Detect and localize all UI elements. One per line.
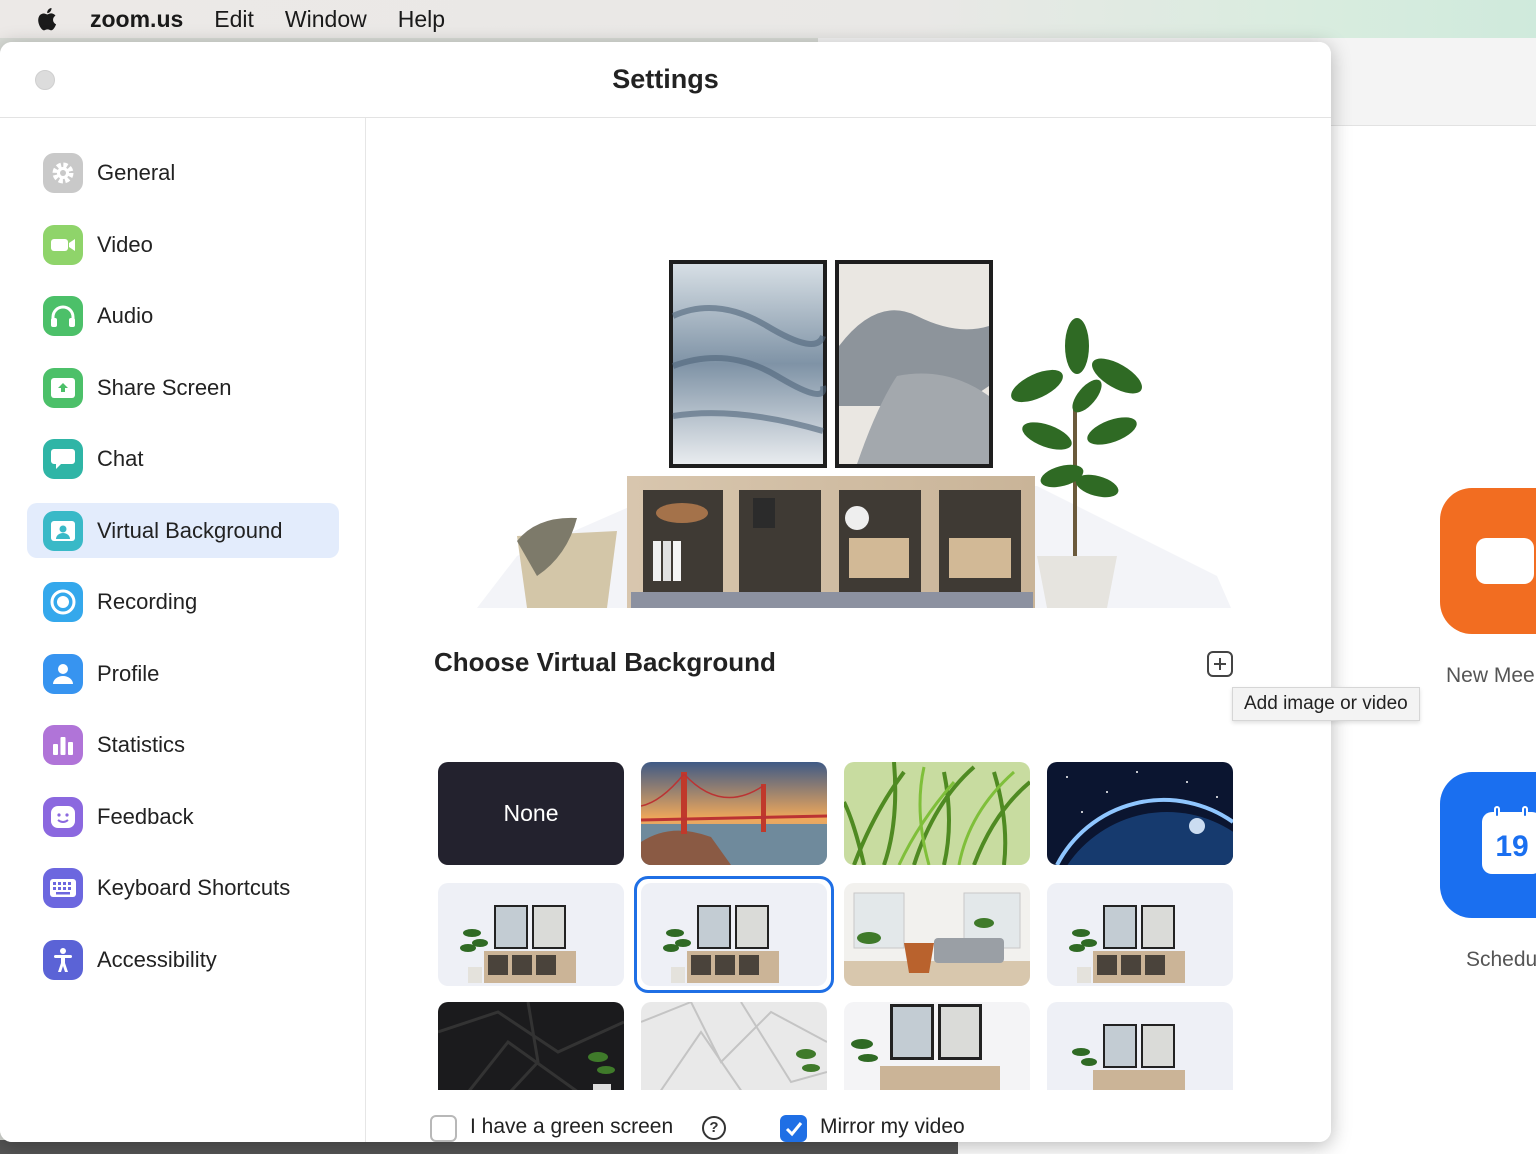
sidebar-item-statistics[interactable]: Statistics [27, 717, 339, 772]
sidebar-item-label: Video [97, 231, 153, 257]
sidebar-item-label: Share Screen [97, 374, 232, 400]
sidebar-item-label: Statistics [97, 731, 186, 757]
calendar-day: 19 [1495, 830, 1529, 863]
virtual-background-icon [43, 510, 83, 551]
sidebar-item-label: Profile [97, 660, 160, 686]
sidebar-item-keyboard-shortcuts[interactable]: Keyboard Shortcuts [27, 860, 339, 915]
schedule-label: Schedu [1466, 948, 1536, 971]
choose-background-title: Choose Virtual Background [434, 647, 776, 677]
thumbnail-living-room[interactable] [844, 883, 1030, 986]
green-screen-label: I have a green screen [470, 1115, 674, 1138]
mirror-video-label: Mirror my video [820, 1115, 965, 1138]
new-meeting-button[interactable] [1440, 488, 1536, 634]
keyboard-icon [43, 867, 83, 908]
schedule-button[interactable]: 19 [1440, 772, 1536, 918]
chat-bubble-icon [43, 438, 83, 479]
thumbnail-none[interactable]: None [438, 762, 624, 865]
sidebar-item-feedback[interactable]: Feedback [27, 789, 339, 844]
background-preview [477, 256, 1231, 608]
checkmark-icon [785, 1122, 803, 1137]
sidebar-item-label: Virtual Background [97, 517, 283, 543]
thumbnail-shelf-room[interactable] [438, 883, 624, 986]
sidebar-item-label: Keyboard Shortcuts [97, 874, 291, 900]
bar-chart-icon [43, 724, 83, 765]
new-meeting-label: New Mee [1446, 664, 1535, 687]
background-options: I have a green screen ? Mirror my video [430, 1111, 1230, 1142]
sidebar-item-label: Chat [97, 445, 144, 471]
thumbnail-shelf-room[interactable] [1047, 883, 1233, 986]
help-icon[interactable]: ? [702, 1116, 726, 1140]
sidebar-item-virtual-background[interactable]: Virtual Background [27, 503, 339, 558]
sidebar-item-general[interactable]: General [27, 145, 339, 200]
title-bar: Settings [0, 42, 1331, 118]
green-screen-checkbox[interactable] [430, 1115, 457, 1142]
settings-window: Settings General Video Audio Share Scree… [0, 42, 1331, 1142]
accessibility-icon [43, 939, 83, 980]
thumbnail-dark-geometric[interactable] [438, 1002, 624, 1090]
headphones-icon [43, 295, 83, 336]
smiley-icon [43, 796, 83, 837]
thumbnail-grass[interactable] [844, 762, 1030, 865]
menu-app-name[interactable]: zoom.us [90, 6, 183, 33]
menu-help[interactable]: Help [398, 6, 445, 33]
selected-thumbnail-highlight [634, 876, 834, 993]
sidebar-item-chat[interactable]: Chat [27, 431, 339, 486]
menu-edit[interactable]: Edit [214, 6, 254, 33]
sidebar-item-video[interactable]: Video [27, 217, 339, 272]
person-icon [43, 653, 83, 694]
sidebar-item-accessibility[interactable]: Accessibility [27, 932, 339, 987]
calendar-icon: 19 [1482, 806, 1536, 874]
video-camera-icon [43, 224, 83, 265]
sidebar-item-recording[interactable]: Recording [27, 574, 339, 629]
menu-window[interactable]: Window [285, 6, 367, 33]
window-title: Settings [612, 64, 719, 94]
thumbnail-shelf-room-close[interactable] [844, 1002, 1030, 1090]
window-underlay [0, 1140, 958, 1154]
sidebar-item-label: Accessibility [97, 946, 217, 972]
add-image-button[interactable] [1207, 651, 1233, 677]
thumbnail-earth-from-space[interactable] [1047, 762, 1233, 865]
sidebar-item-profile[interactable]: Profile [27, 646, 339, 701]
sidebar-item-label: Audio [97, 302, 154, 328]
settings-sidebar: General Video Audio Share Screen Chat Vi… [0, 118, 366, 1142]
sidebar-item-label: Feedback [97, 803, 194, 829]
virtual-background-panel: Choose Virtual Background None I have a … [367, 118, 1331, 1142]
apple-logo-icon[interactable] [34, 6, 58, 32]
gear-icon [43, 152, 83, 193]
mirror-video-checkbox[interactable] [780, 1115, 807, 1142]
thumbnail-white-geometric[interactable] [641, 1002, 827, 1090]
add-image-tooltip: Add image or video [1232, 687, 1420, 721]
thumbnail-none-label: None [503, 800, 559, 826]
sidebar-item-label: General [97, 159, 176, 185]
sidebar-item-label: Recording [97, 588, 198, 614]
sidebar-item-share-screen[interactable]: Share Screen [27, 360, 339, 415]
video-camera-icon [1476, 538, 1534, 584]
record-icon [43, 581, 83, 622]
background-thumbnail-grid: None [438, 762, 1234, 1090]
thumbnail-golden-gate-bridge[interactable] [641, 762, 827, 865]
sidebar-item-audio[interactable]: Audio [27, 288, 339, 343]
menu-bar: zoom.us Edit Window Help [0, 0, 1536, 38]
share-screen-icon [43, 367, 83, 408]
thumbnail-shelf-room[interactable] [1047, 1002, 1233, 1090]
